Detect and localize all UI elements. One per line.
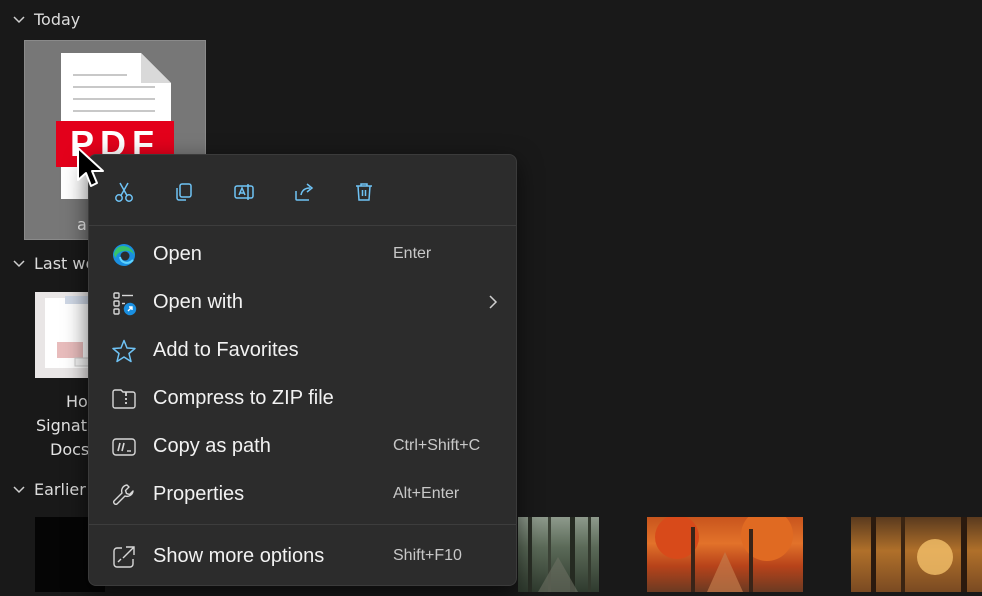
menu-separator bbox=[89, 524, 516, 525]
rename-button[interactable] bbox=[227, 175, 261, 209]
menu-item-show-more-options[interactable]: Show more options Shift+F10 bbox=[95, 534, 510, 578]
menu-item-open-with[interactable]: Open with bbox=[95, 280, 510, 324]
group-header-today[interactable]: Today bbox=[12, 10, 80, 29]
menu-item-open[interactable]: Open Enter bbox=[95, 232, 510, 276]
mouse-cursor-icon bbox=[77, 147, 104, 187]
menu-item-shortcut: Enter bbox=[393, 245, 432, 262]
copy-path-icon bbox=[111, 434, 137, 460]
menu-item-add-to-favorites[interactable]: Add to Favorites bbox=[95, 328, 510, 372]
cut-icon bbox=[115, 182, 133, 202]
menu-item-label: Add to Favorites bbox=[153, 338, 299, 361]
share-icon bbox=[295, 183, 314, 201]
group-header-last-week[interactable]: Last we bbox=[12, 254, 95, 273]
edge-icon bbox=[111, 242, 137, 268]
menu-item-properties[interactable]: Properties Alt+Enter bbox=[95, 472, 510, 516]
delete-icon bbox=[356, 183, 372, 201]
menu-separator bbox=[89, 225, 516, 226]
rename-icon bbox=[234, 184, 254, 200]
cut-button[interactable] bbox=[107, 175, 141, 209]
menu-item-label: Copy as path bbox=[153, 434, 271, 457]
forest-photo bbox=[528, 517, 591, 592]
menu-item-label: Show more options bbox=[153, 544, 325, 567]
menu-item-shortcut: Alt+Enter bbox=[393, 485, 460, 502]
star-icon bbox=[111, 338, 137, 364]
share-button[interactable] bbox=[287, 175, 321, 209]
chevron-right-icon bbox=[489, 295, 498, 309]
group-label-today: Today bbox=[34, 10, 81, 29]
group-header-earlier[interactable]: Earlier bbox=[12, 480, 86, 499]
menu-item-label: Properties bbox=[153, 482, 245, 505]
menu-item-compress-zip[interactable]: Compress to ZIP file bbox=[95, 376, 510, 420]
sunset-forest-photo bbox=[871, 517, 967, 592]
wrench-icon bbox=[111, 482, 137, 508]
context-menu: Open Enter Open with Add to Favorites Co… bbox=[88, 154, 517, 586]
file-name: a bbox=[77, 215, 87, 234]
menu-item-copy-as-path[interactable]: Copy as path Ctrl+Shift+C bbox=[95, 424, 510, 468]
copy-icon bbox=[176, 183, 192, 201]
zip-folder-icon bbox=[111, 386, 137, 412]
photo-thumbnail[interactable] bbox=[518, 517, 599, 592]
open-with-icon bbox=[111, 290, 137, 316]
chevron-down-icon bbox=[13, 259, 25, 267]
delete-button[interactable] bbox=[347, 175, 381, 209]
chevron-down-icon bbox=[13, 15, 25, 23]
menu-item-label: Open with bbox=[153, 290, 244, 313]
context-menu-toolbar bbox=[89, 155, 516, 227]
more-options-icon bbox=[111, 544, 137, 570]
group-label-last-week: Last we bbox=[34, 254, 96, 273]
menu-item-label: Compress to ZIP file bbox=[153, 386, 334, 409]
group-label-earlier: Earlier bbox=[34, 480, 86, 499]
menu-item-shortcut: Ctrl+Shift+C bbox=[393, 437, 481, 454]
chevron-down-icon bbox=[13, 485, 25, 493]
menu-item-shortcut: Shift+F10 bbox=[393, 547, 462, 564]
photo-thumbnail[interactable] bbox=[851, 517, 982, 592]
autumn-photo bbox=[655, 509, 793, 592]
menu-item-label: Open bbox=[153, 242, 202, 265]
copy-button[interactable] bbox=[167, 175, 201, 209]
photo-thumbnail[interactable] bbox=[647, 509, 803, 592]
